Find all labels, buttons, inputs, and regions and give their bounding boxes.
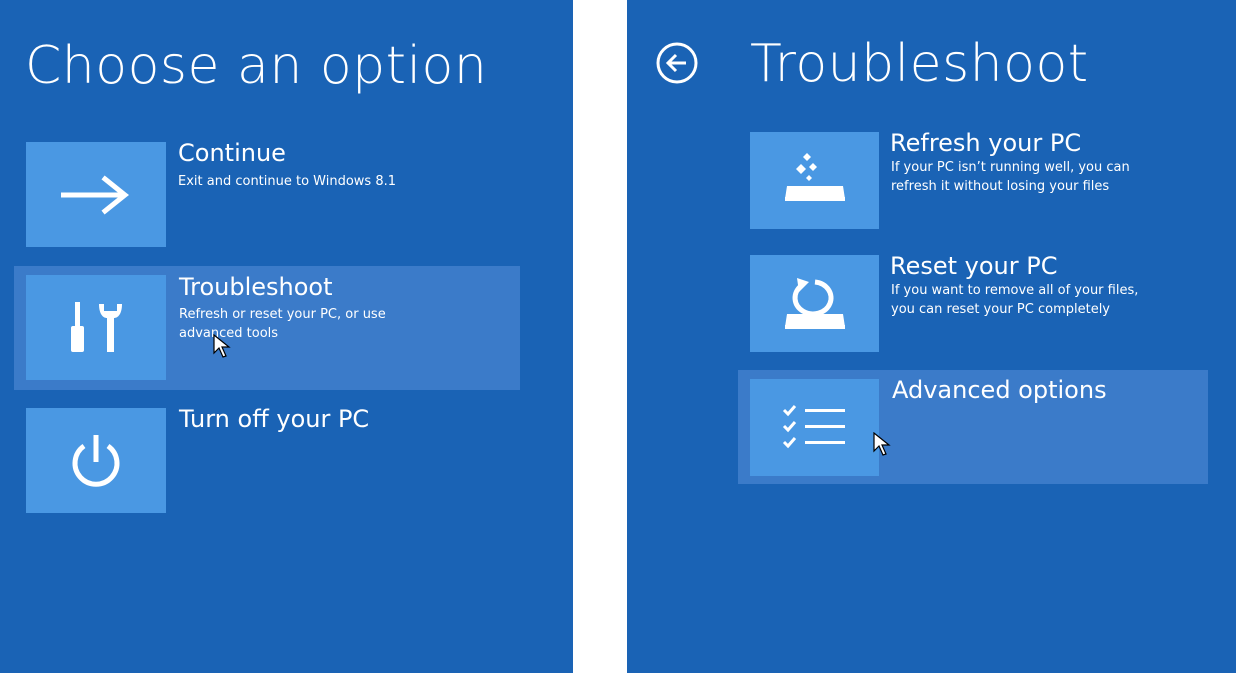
option-advanced[interactable]: Advanced options [738,370,1208,484]
mouse-pointer-icon [213,334,231,358]
choose-option-screen: Choose an option Continue Exit and conti… [0,0,573,673]
option-refresh-pc[interactable]: Refresh your PC If your PC isn’t running… [738,123,1208,238]
option-troubleshoot[interactable]: Troubleshoot Refresh or reset your PC, o… [14,266,520,390]
option-continue[interactable]: Continue Exit and continue to Windows 8.… [14,133,520,257]
option-title: Refresh your PC [890,129,1082,157]
power-icon [26,408,166,513]
option-title: Turn off your PC [179,405,370,433]
option-title: Reset your PC [890,252,1058,280]
option-description: If you want to remove all of your files,… [891,283,1139,317]
option-description: Refresh or reset your PC, or use advance… [179,307,386,341]
option-title: Troubleshoot [179,273,333,301]
option-description: If your PC isn’t running well, you can r… [891,160,1130,194]
back-button[interactable] [655,41,699,85]
back-arrow-icon [656,42,698,84]
tools-icon [26,275,166,380]
option-reset-pc[interactable]: Reset your PC If you want to remove all … [738,246,1208,361]
arrow-right-icon [26,142,166,247]
option-title: Continue [178,139,286,167]
refresh-pc-icon [750,132,879,229]
troubleshoot-screen: Troubleshoot Refresh your PC If your PC … [627,0,1236,673]
page-title: Choose an option [25,36,488,96]
reset-pc-icon [750,255,879,352]
page-title: Troubleshoot [750,34,1089,94]
option-turn-off[interactable]: Turn off your PC [14,399,520,523]
checklist-icon [750,379,879,476]
option-title: Advanced options [892,376,1107,404]
mouse-pointer-icon [873,432,891,456]
option-description: Exit and continue to Windows 8.1 [178,174,397,189]
